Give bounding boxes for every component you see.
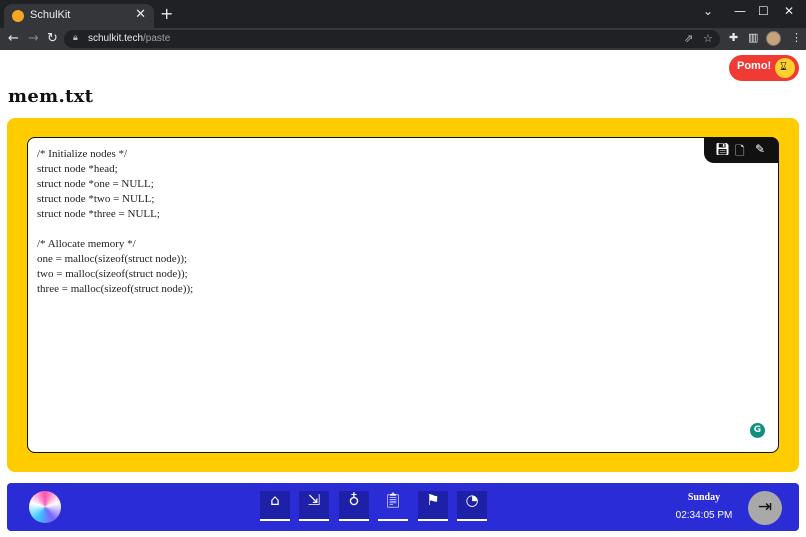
day-label: Sunday bbox=[687, 492, 721, 503]
maximize-icon[interactable]: ☐ bbox=[758, 4, 769, 18]
share-icon[interactable]: ⇗ bbox=[684, 32, 693, 45]
browser-tab[interactable]: SchulKit ✕ bbox=[4, 4, 154, 28]
editor-toolbar: 💾︎ 🗋︎ ✎ bbox=[704, 137, 779, 163]
pomo-timer-badge: ⌛︎ bbox=[775, 58, 795, 78]
save-icon[interactable]: 💾︎ bbox=[715, 142, 730, 156]
tab-title: SchulKit bbox=[30, 9, 71, 21]
forward-icon[interactable]: → bbox=[28, 31, 39, 46]
schulkit-favicon-icon bbox=[12, 10, 24, 22]
lock-icon[interactable]: 🔒︎ bbox=[73, 33, 78, 43]
hourglass-icon: ⌛︎ bbox=[780, 60, 787, 73]
window-close-icon[interactable]: ✕ bbox=[784, 4, 794, 18]
reload-icon[interactable]: ↻ bbox=[47, 31, 58, 46]
dock-click-button[interactable]: ⇲ bbox=[299, 491, 329, 521]
clipboard-icon: 📋︎ bbox=[383, 491, 403, 509]
minimize-icon[interactable]: — bbox=[734, 4, 746, 18]
star-icon[interactable]: ☆ bbox=[703, 32, 713, 45]
dock-planet-button[interactable]: ♁ bbox=[339, 491, 369, 521]
new-tab-icon[interactable]: + bbox=[160, 4, 173, 23]
planet-icon: ♁ bbox=[348, 491, 360, 509]
timer-icon: ◔ bbox=[465, 491, 479, 509]
edit-file-icon[interactable]: ✎ bbox=[755, 142, 765, 156]
new-file-icon[interactable]: 🗋︎ bbox=[735, 142, 745, 163]
clock-time: 02:34:05 PM bbox=[675, 510, 733, 521]
app-logo[interactable] bbox=[29, 491, 61, 523]
page-title: mem.txt bbox=[8, 86, 94, 107]
cursor-click-icon: ⇲ bbox=[307, 491, 321, 509]
extensions-icon[interactable]: ✚ bbox=[729, 31, 738, 44]
dock-goals-button[interactable]: ⚑ bbox=[418, 491, 448, 521]
grammarly-icon[interactable]: G bbox=[750, 423, 765, 438]
profile-icon[interactable] bbox=[766, 31, 781, 46]
bottom-dock: ⌂ ⇲ ♁ 📋︎ ⚑ ◔ Sunday 02:34:05 PM ⇥ bbox=[7, 483, 799, 531]
dock-timer-button[interactable]: ◔ bbox=[457, 491, 487, 521]
editor-box: 💾︎ 🗋︎ ✎ G bbox=[27, 137, 779, 453]
dock-paste-button[interactable]: 📋︎ bbox=[378, 491, 408, 521]
url-text: schulkit.tech/paste bbox=[88, 33, 171, 44]
flag-icon: ⚑ bbox=[426, 491, 440, 509]
close-tab-icon[interactable]: ✕ bbox=[135, 7, 146, 22]
paste-textarea[interactable] bbox=[37, 147, 737, 437]
address-bar[interactable]: 🔒︎ schulkit.tech/paste ⇗ ☆ bbox=[64, 30, 720, 48]
menu-icon[interactable]: ⋮ bbox=[791, 31, 802, 44]
back-icon[interactable]: ← bbox=[8, 31, 19, 46]
logout-icon: ⇥ bbox=[757, 497, 773, 517]
pomo-button[interactable]: Pomo! ⌛︎ bbox=[729, 55, 799, 81]
pomo-label: Pomo! bbox=[737, 60, 772, 72]
dock-home-button[interactable]: ⌂ bbox=[260, 491, 290, 521]
browser-tab-strip: SchulKit ✕ + ⌄ — ☐ ✕ bbox=[0, 0, 806, 28]
editor-panel: 💾︎ 🗋︎ ✎ G bbox=[7, 118, 799, 472]
logout-button[interactable]: ⇥ bbox=[748, 491, 782, 525]
browser-toolbar: ← → ↻ 🔒︎ schulkit.tech/paste ⇗ ☆ ✚ ▥ ⋮ bbox=[0, 28, 806, 50]
home-icon: ⌂ bbox=[270, 491, 280, 509]
tab-search-icon[interactable]: ⌄ bbox=[703, 4, 713, 18]
sidepanel-icon[interactable]: ▥ bbox=[748, 31, 758, 44]
